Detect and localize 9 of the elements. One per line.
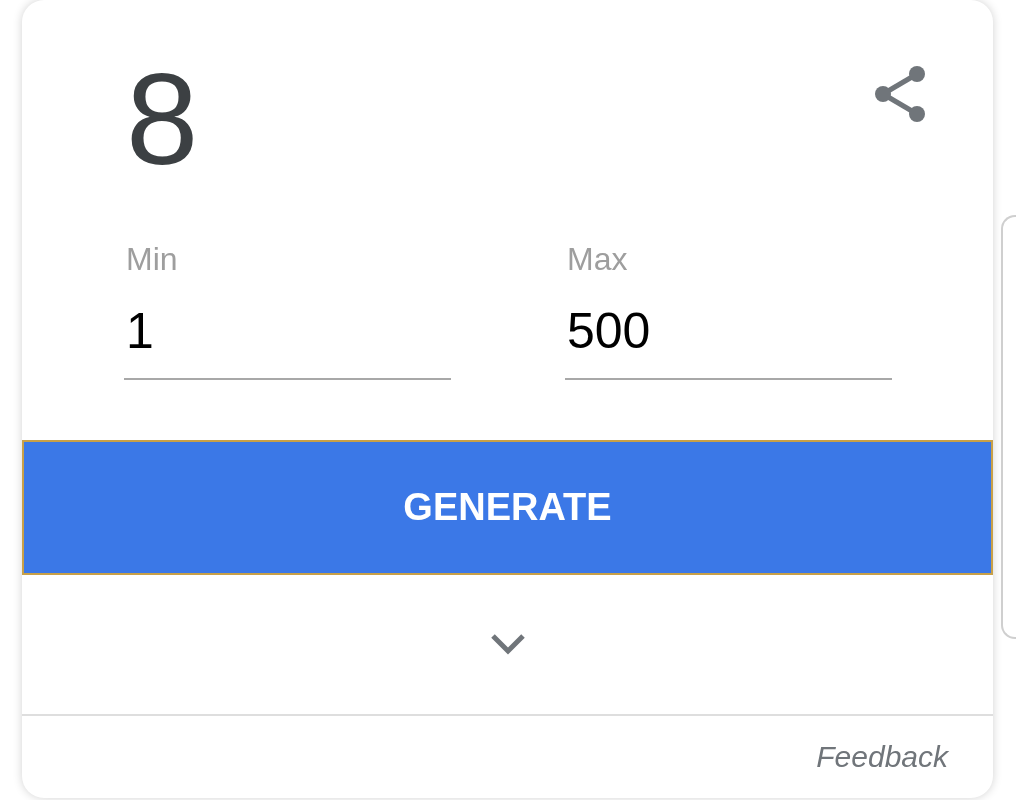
field-label: Min (126, 243, 178, 275)
share-icon[interactable] (875, 66, 926, 122)
number-input[interactable]: 500 (565, 306, 892, 380)
field-label: Max (567, 243, 628, 275)
generate-button[interactable]: GENERATE (22, 440, 993, 575)
chevron-down-icon[interactable] (490, 634, 525, 655)
feedback-link[interactable]: Feedback (816, 740, 948, 774)
number-input[interactable]: 1 (124, 306, 451, 380)
random-number-result: 8 (126, 54, 199, 184)
